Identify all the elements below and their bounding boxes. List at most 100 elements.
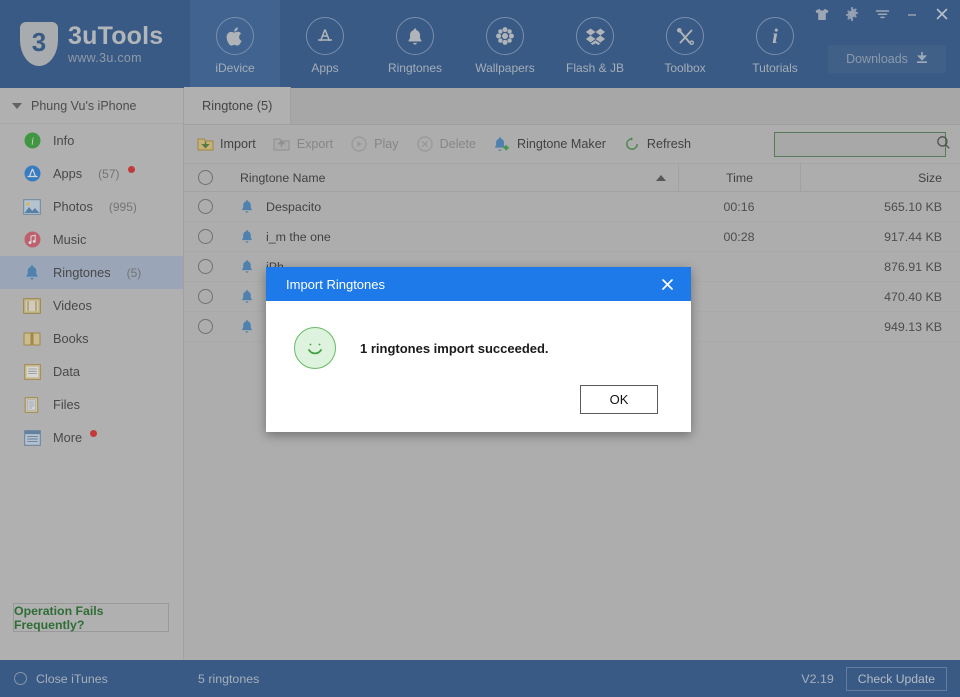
sidebar-item-data[interactable]: Data bbox=[0, 355, 183, 388]
nav-item-flash-jb[interactable]: Flash & JB bbox=[550, 0, 640, 88]
appstore-icon bbox=[306, 17, 344, 55]
nav-item-tutorials[interactable]: i Tutorials bbox=[730, 0, 820, 88]
brand-name: 3uTools bbox=[68, 23, 163, 49]
logo-shield-icon: 3 bbox=[20, 22, 58, 66]
select-all-checkbox[interactable] bbox=[198, 170, 213, 185]
gear-icon[interactable] bbox=[844, 6, 860, 22]
play-icon bbox=[350, 135, 368, 153]
check-update-button[interactable]: Check Update bbox=[846, 667, 947, 691]
dialog-body: 1 ringtones import succeeded. bbox=[266, 301, 691, 369]
nav-label-wallpapers: Wallpapers bbox=[475, 61, 535, 75]
close-icon[interactable] bbox=[934, 6, 950, 22]
column-header-time-label: Time bbox=[726, 171, 753, 185]
dialog-title-bar: Import Ringtones bbox=[266, 267, 691, 301]
logo-letter: 3 bbox=[32, 29, 46, 55]
table-header: Ringtone Name Time Size bbox=[184, 163, 960, 192]
dropbox-icon bbox=[576, 17, 614, 55]
column-header-size[interactable]: Size bbox=[800, 164, 960, 191]
bell-icon bbox=[240, 259, 258, 274]
badge-dot-more bbox=[90, 430, 97, 437]
sidebar: Phung Vu's iPhone i Info Apps (57) Photo… bbox=[0, 88, 184, 660]
row-select-cell bbox=[184, 319, 226, 334]
table-row[interactable]: Despacito 00:16 565.10 KB bbox=[184, 192, 960, 222]
app-logo: 3 3uTools www.3u.com bbox=[0, 0, 190, 88]
ok-button[interactable]: OK bbox=[580, 385, 658, 414]
row-checkbox[interactable] bbox=[198, 319, 213, 334]
column-header-time[interactable]: Time bbox=[678, 164, 800, 191]
sidebar-item-info[interactable]: i Info bbox=[0, 124, 183, 157]
apple-icon bbox=[216, 17, 254, 55]
import-button[interactable]: Import bbox=[196, 135, 256, 153]
operation-fails-button[interactable]: Operation Fails Frequently? bbox=[13, 603, 169, 632]
row-size: 470.40 KB bbox=[800, 282, 960, 311]
operation-fails-label: Operation Fails Frequently? bbox=[14, 604, 168, 632]
sidebar-item-files[interactable]: Files bbox=[0, 388, 183, 421]
dialog-footer: OK bbox=[580, 385, 658, 414]
column-header-size-label: Size bbox=[918, 171, 942, 185]
minimize-icon[interactable] bbox=[904, 6, 920, 22]
ringtone-maker-button[interactable]: Ringtone Maker bbox=[493, 135, 606, 153]
nav-label-toolbox: Toolbox bbox=[664, 61, 705, 75]
sidebar-item-music[interactable]: Music bbox=[0, 223, 183, 256]
row-size: 876.91 KB bbox=[800, 252, 960, 281]
sidebar-label-photos: Photos bbox=[53, 199, 93, 214]
device-selector[interactable]: Phung Vu's iPhone bbox=[0, 88, 183, 124]
bell-icon bbox=[396, 17, 434, 55]
column-header-name[interactable]: Ringtone Name bbox=[226, 171, 678, 185]
sidebar-label-videos: Videos bbox=[53, 298, 92, 313]
nav-label-tutorials: Tutorials bbox=[752, 61, 798, 75]
bell-icon bbox=[22, 263, 42, 283]
close-itunes-button[interactable]: Close iTunes bbox=[0, 672, 184, 686]
tshirt-icon[interactable] bbox=[814, 6, 830, 22]
files-icon bbox=[22, 395, 42, 415]
app-window: 3 3uTools www.3u.com iDevice Apps bbox=[0, 0, 960, 697]
tab-ringtone[interactable]: Ringtone (5) bbox=[184, 87, 291, 124]
svg-text:i: i bbox=[31, 137, 34, 148]
import-ringtones-dialog: Import Ringtones 1 ringtones import succ… bbox=[266, 267, 691, 432]
status-bar: Close iTunes 5 ringtones V2.19 Check Upd… bbox=[0, 660, 960, 697]
photos-icon bbox=[22, 197, 42, 217]
row-checkbox[interactable] bbox=[198, 259, 213, 274]
export-label: Export bbox=[297, 137, 333, 151]
row-checkbox[interactable] bbox=[198, 289, 213, 304]
row-time bbox=[678, 312, 800, 341]
row-select-cell bbox=[184, 289, 226, 304]
sidebar-label-music: Music bbox=[53, 232, 86, 247]
sidebar-item-more[interactable]: More bbox=[0, 421, 183, 454]
data-icon bbox=[22, 362, 42, 382]
search-icon[interactable] bbox=[936, 135, 951, 155]
sidebar-item-videos[interactable]: Videos bbox=[0, 289, 183, 322]
smiley-success-icon bbox=[294, 327, 336, 369]
nav-item-idevice[interactable]: iDevice bbox=[190, 0, 280, 88]
close-icon[interactable] bbox=[657, 274, 677, 294]
row-checkbox[interactable] bbox=[198, 199, 213, 214]
menu-icon[interactable] bbox=[874, 6, 890, 22]
refresh-button[interactable]: Refresh bbox=[623, 135, 691, 153]
sidebar-item-apps[interactable]: Apps (57) bbox=[0, 157, 183, 190]
tools-icon bbox=[666, 17, 704, 55]
nav-item-toolbox[interactable]: Toolbox bbox=[640, 0, 730, 88]
sidebar-count-apps: (57) bbox=[98, 167, 119, 181]
search-input[interactable] bbox=[781, 138, 936, 152]
delete-button: Delete bbox=[416, 135, 476, 153]
content-toolbar: Import Export Play Delete bbox=[184, 125, 960, 163]
bell-icon bbox=[240, 319, 258, 334]
more-icon bbox=[22, 428, 42, 448]
downloads-button[interactable]: Downloads bbox=[828, 45, 946, 73]
sidebar-count-ringtones: (5) bbox=[127, 266, 142, 280]
table-row[interactable]: i_m the one 00:28 917.44 KB bbox=[184, 222, 960, 252]
sidebar-item-books[interactable]: Books bbox=[0, 322, 183, 355]
nav-item-ringtones[interactable]: Ringtones bbox=[370, 0, 460, 88]
ringtone-maker-icon bbox=[493, 135, 511, 153]
sidebar-item-ringtones[interactable]: Ringtones (5) bbox=[0, 256, 183, 289]
sidebar-label-data: Data bbox=[53, 364, 80, 379]
sidebar-item-photos[interactable]: Photos (995) bbox=[0, 190, 183, 223]
row-name-cell: Despacito bbox=[226, 199, 678, 214]
nav-item-apps[interactable]: Apps bbox=[280, 0, 370, 88]
search-box[interactable] bbox=[774, 132, 946, 157]
row-name: Despacito bbox=[266, 200, 321, 214]
sidebar-label-info: Info bbox=[53, 133, 74, 148]
close-itunes-label: Close iTunes bbox=[36, 672, 108, 686]
nav-item-wallpapers[interactable]: Wallpapers bbox=[460, 0, 550, 88]
row-checkbox[interactable] bbox=[198, 229, 213, 244]
